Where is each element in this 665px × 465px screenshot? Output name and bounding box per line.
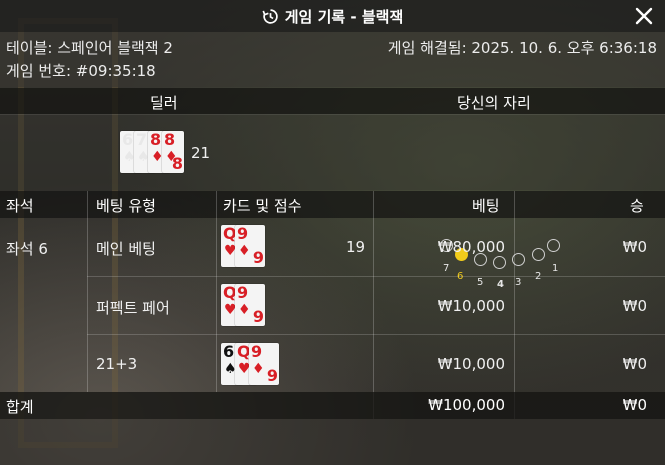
hands-header: 딜러 당신의 자리 — [0, 88, 665, 114]
page-title: 게임 기록 - 블랙잭 — [284, 7, 404, 26]
total-label: 합계 — [6, 398, 34, 416]
round-number: 게임 번호: #09:35:18 — [6, 62, 156, 80]
dealer-heading: 딜러 — [150, 94, 178, 112]
dealer-card-4: 8 ♦ 8 — [162, 131, 184, 173]
player-card: 9 ♦ 9 — [235, 284, 265, 326]
row-win: ₩0 — [622, 355, 647, 373]
row-bet-type: 퍼펙트 페어 — [96, 299, 170, 317]
card-rank-corner: 9 — [252, 248, 264, 267]
table-name: 테이블: 스페인어 블랙잭 2 — [6, 39, 173, 57]
row-bet-type: 21+3 — [96, 355, 138, 373]
close-icon[interactable] — [633, 5, 655, 27]
resolved-time: 게임 해결됨: 2025. 10. 6. 오후 6:36:18 — [387, 39, 657, 57]
bottom-area — [0, 419, 665, 465]
table-row: 좌석 6 메인 베팅 Q ♥ 9 ♦ 9 19 ₩80,000 ₩0 — [0, 218, 665, 276]
card-rank: 7 — [136, 130, 148, 149]
card-rank: 8 — [150, 130, 162, 149]
card-rank: 9 — [237, 283, 249, 302]
card-rank-corner: 9 — [266, 366, 278, 385]
col-bet-type: 베팅 유형 — [96, 197, 156, 215]
history-icon — [262, 8, 278, 24]
bets-table-header: 좌석 베팅 유형 카드 및 점수 베팅 승 — [0, 191, 665, 218]
card-rank: 6 — [122, 130, 134, 149]
total-row: 합계 ₩100,000 ₩0 — [0, 392, 665, 419]
col-win: 승 — [630, 197, 644, 215]
card-suit: ♦ — [238, 302, 251, 318]
row-bet: ₩10,000 — [437, 297, 505, 315]
table-row: 21+3 6 ♠ Q ♥ 9 ♦ 9 ₩10,000 ₩0 — [0, 335, 665, 392]
card-rank: 9 — [251, 342, 263, 361]
row-win: ₩0 — [622, 297, 647, 315]
col-bet: 베팅 — [472, 197, 500, 215]
row-win: ₩0 — [622, 238, 647, 256]
your-seat-heading: 당신의 자리 — [457, 94, 531, 112]
card-rank: 8 — [164, 130, 176, 149]
game-history-panel: 게임 기록 - 블랙잭 테이블: 스페인어 블랙잭 2 게임 번호: #09:3… — [0, 0, 665, 465]
player-card: 9 ♦ 9 — [235, 225, 265, 267]
player-card: 9 ♦ 9 — [249, 343, 279, 385]
card-rank-corner: 9 — [252, 307, 264, 326]
hands-row: 6 ♠ 7 ♠ 8 ♦ 8 ♦ 8 21 7 6 5 4 3 2 1 — [0, 114, 665, 290]
col-seat: 좌석 — [6, 197, 34, 215]
row-bet: ₩10,000 — [437, 355, 505, 373]
title-bar: 게임 기록 - 블랙잭 — [0, 0, 665, 32]
table-row: 퍼펙트 페어 Q ♥ 9 ♦ 9 ₩10,000 ₩0 — [0, 277, 665, 334]
row-score: 19 — [346, 238, 366, 256]
col-cards-score: 카드 및 점수 — [223, 197, 302, 215]
round-info-left: 테이블: 스페인어 블랙잭 2 게임 번호: #09:35:18 — [6, 37, 173, 83]
card-suit: ♦ — [252, 361, 265, 377]
card-rank: 9 — [237, 224, 249, 243]
total-bet: ₩100,000 — [428, 396, 505, 414]
row-seat: 좌석 6 — [6, 240, 48, 258]
total-win: ₩0 — [622, 396, 647, 414]
round-info: 테이블: 스페인어 블랙잭 2 게임 번호: #09:35:18 게임 해결됨:… — [0, 32, 665, 87]
card-rank-corner: 8 — [171, 154, 183, 173]
dealer-score: 21 — [191, 144, 211, 162]
title-wrap: 게임 기록 - 블랙잭 — [262, 6, 404, 27]
row-bet: ₩80,000 — [437, 238, 505, 256]
card-suit: ♦ — [238, 243, 251, 259]
row-bet-type: 메인 베팅 — [96, 240, 156, 258]
card-rank: 6 — [223, 342, 235, 361]
